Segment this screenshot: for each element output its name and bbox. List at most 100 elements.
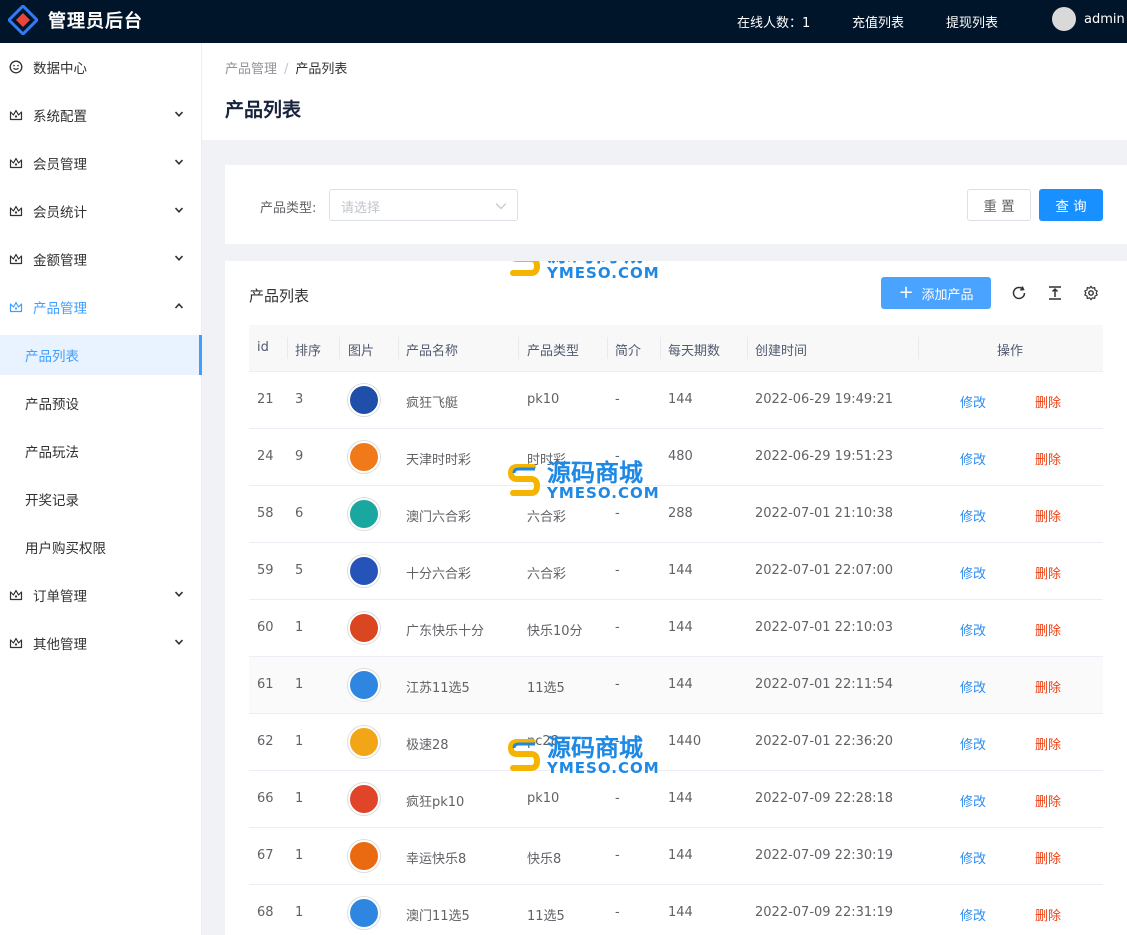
page-header: 产品管理 / 产品列表 产品列表 <box>202 43 1127 140</box>
edit-link[interactable]: 修改 <box>960 563 986 582</box>
sidebar-item-system-config[interactable]: 系统配置 <box>0 95 202 135</box>
crown-icon <box>9 205 23 217</box>
delete-link[interactable]: 删除 <box>1035 449 1061 468</box>
username[interactable]: admin <box>1084 12 1125 27</box>
column-header-type: 产品类型 <box>527 344 580 359</box>
avatar[interactable] <box>1052 7 1076 31</box>
cell-intro: - <box>615 620 620 635</box>
sidebar-item-member-stats[interactable]: 会员统计 <box>0 191 202 231</box>
edit-link[interactable]: 修改 <box>960 848 986 867</box>
cell-id: 58 <box>257 506 274 521</box>
sidebar-item-product-manage[interactable]: 产品管理 <box>0 287 202 327</box>
table-title: 产品列表 <box>249 287 310 305</box>
cell-daily-count: 144 <box>668 848 693 863</box>
logo-diamond-icon <box>8 5 38 35</box>
cell-intro: - <box>615 905 620 920</box>
column-header-name: 产品名称 <box>406 344 459 359</box>
delete-link[interactable]: 删除 <box>1035 620 1061 639</box>
breadcrumb-separator: / <box>284 62 289 77</box>
crown-icon <box>9 637 23 649</box>
chevron-up-icon <box>174 303 184 309</box>
delete-link[interactable]: 删除 <box>1035 677 1061 696</box>
cell-sort: 1 <box>295 848 304 863</box>
product-image <box>348 726 380 758</box>
cell-created-time: 2022-07-01 21:10:38 <box>755 506 894 521</box>
cell-sort: 1 <box>295 677 304 692</box>
cell-id: 59 <box>257 563 274 578</box>
cell-daily-count: 144 <box>668 677 693 692</box>
sidebar-subitem-user-purchase-permission[interactable]: 用户购买权限 <box>0 527 202 567</box>
table-row: 24 9 天津时时彩 时时彩 - 480 2022-06-29 19:51:23 修改 删除 <box>249 429 1103 486</box>
add-product-button[interactable]: + 添加产品 <box>881 277 991 309</box>
product-image <box>348 441 380 473</box>
product-image <box>348 555 380 587</box>
sidebar-item-other-manage[interactable]: 其他管理 <box>0 623 202 663</box>
cell-id: 67 <box>257 848 274 863</box>
table-row: 62 1 极速28 pc28 - 1440 2022-07-01 22:36:20 修改 删除 <box>249 714 1103 771</box>
delete-link[interactable]: 删除 <box>1035 848 1061 867</box>
dashboard-icon <box>9 60 23 74</box>
refresh-icon[interactable] <box>1011 285 1027 301</box>
column-height-icon[interactable] <box>1047 285 1063 301</box>
cell-product-type: 六合彩 <box>527 567 567 582</box>
sidebar-subitem-label: 产品玩法 <box>25 445 79 461</box>
edit-link[interactable]: 修改 <box>960 392 986 411</box>
sidebar-item-amount-manage[interactable]: 金额管理 <box>0 239 202 279</box>
edit-link[interactable]: 修改 <box>960 734 986 753</box>
cell-id: 66 <box>257 791 274 806</box>
sidebar-subitem-product-preset[interactable]: 产品预设 <box>0 383 202 423</box>
sidebar-subitem-product-gameplay[interactable]: 产品玩法 <box>0 431 202 471</box>
edit-link[interactable]: 修改 <box>960 905 986 924</box>
sidebar-item-label: 数据中心 <box>33 61 87 77</box>
query-button[interactable]: 查 询 <box>1039 189 1103 221</box>
table-row: 67 1 幸运快乐8 快乐8 - 144 2022-07-09 22:30:19 修改 删除 <box>249 828 1103 885</box>
cell-id: 68 <box>257 905 274 920</box>
cell-sort: 1 <box>295 905 304 920</box>
delete-link[interactable]: 删除 <box>1035 734 1061 753</box>
chevron-down-icon <box>174 159 184 165</box>
edit-link[interactable]: 修改 <box>960 620 986 639</box>
sidebar-subitem-product-list[interactable]: 产品列表 <box>0 335 202 375</box>
delete-link[interactable]: 删除 <box>1035 506 1061 525</box>
cell-product-name: 十分六合彩 <box>406 567 472 582</box>
sidebar-item-member-manage[interactable]: 会员管理 <box>0 143 202 183</box>
product-image <box>348 897 380 929</box>
breadcrumb-parent[interactable]: 产品管理 <box>225 62 277 77</box>
cell-id: 21 <box>257 392 274 407</box>
sidebar-subitem-label: 产品列表 <box>25 349 79 365</box>
delete-link[interactable]: 删除 <box>1035 791 1061 810</box>
withdraw-list-link[interactable]: 提现列表 <box>946 12 998 31</box>
edit-link[interactable]: 修改 <box>960 449 986 468</box>
chevron-down-icon <box>174 591 184 597</box>
cell-product-type: 快乐10分 <box>527 624 583 639</box>
sidebar-item-order-manage[interactable]: 订单管理 <box>0 575 202 615</box>
column-header-actions: 操作 <box>997 344 1024 359</box>
watermark-cn: 源码商城 <box>547 261 660 265</box>
cell-daily-count: 144 <box>668 563 693 578</box>
edit-link[interactable]: 修改 <box>960 677 986 696</box>
watermark-en: YMESO.COM <box>547 264 660 282</box>
chevron-down-icon <box>495 203 507 210</box>
settings-icon[interactable] <box>1083 285 1099 301</box>
column-divider <box>518 337 519 359</box>
cell-sort: 3 <box>295 392 304 407</box>
logo[interactable]: 管理员后台 <box>8 5 143 35</box>
edit-link[interactable]: 修改 <box>960 506 986 525</box>
delete-link[interactable]: 删除 <box>1035 563 1061 582</box>
cell-sort: 9 <box>295 449 304 464</box>
watermark: 源码商城 YMESO.COM <box>505 261 660 281</box>
sidebar-subitem-draw-record[interactable]: 开奖记录 <box>0 479 202 519</box>
cell-daily-count: 1440 <box>668 734 702 749</box>
recharge-list-link[interactable]: 充值列表 <box>852 12 904 31</box>
product-type-select[interactable]: 请选择 <box>329 189 518 221</box>
cell-created-time: 2022-07-01 22:10:03 <box>755 620 894 635</box>
sidebar-item-data-center[interactable]: 数据中心 <box>0 47 202 87</box>
reset-button[interactable]: 重 置 <box>967 189 1031 221</box>
edit-link[interactable]: 修改 <box>960 791 986 810</box>
delete-link[interactable]: 删除 <box>1035 392 1061 411</box>
sidebar-item-label: 系统配置 <box>33 109 87 125</box>
delete-link[interactable]: 删除 <box>1035 905 1061 924</box>
cell-product-name: 天津时时彩 <box>406 453 472 468</box>
cell-intro: - <box>615 734 620 749</box>
cell-daily-count: 144 <box>668 905 693 920</box>
